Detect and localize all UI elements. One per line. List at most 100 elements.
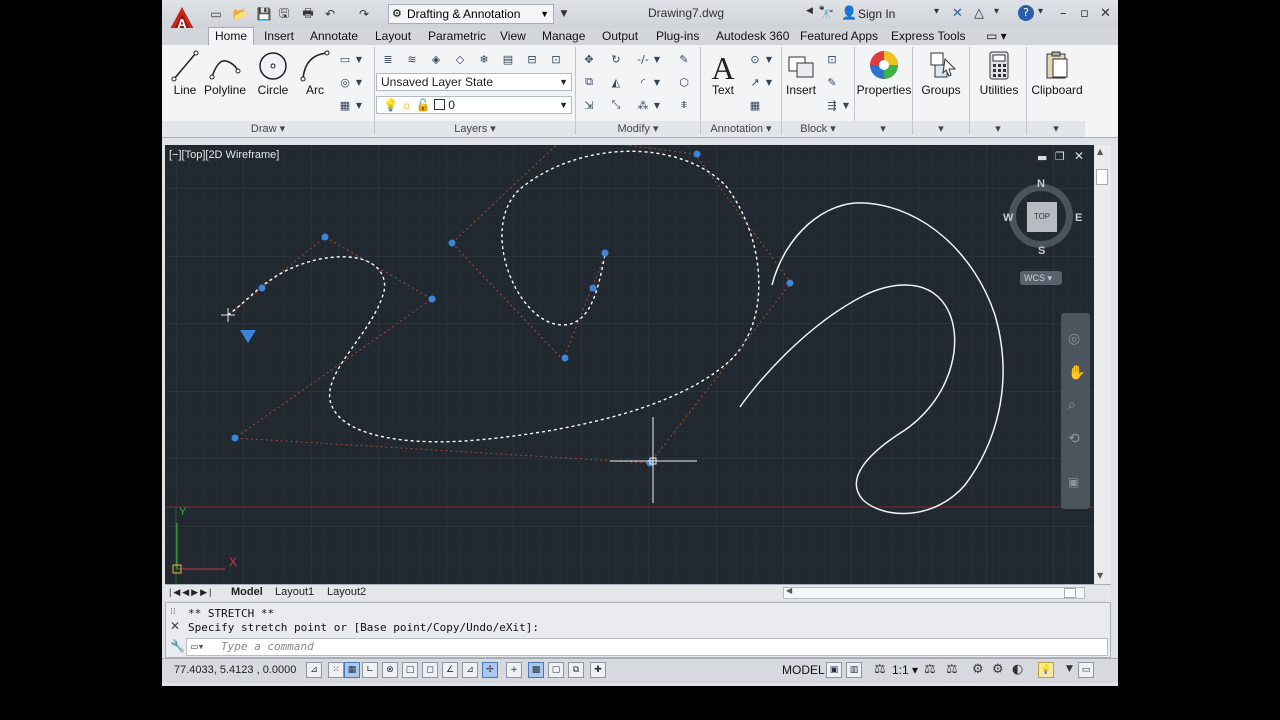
pan-icon[interactable]: ✋ — [1068, 365, 1085, 381]
save-icon[interactable]: 💾 — [256, 6, 272, 22]
layer-dropdown[interactable]: 💡 ☼ 🔓 0 ▼ — [376, 96, 572, 114]
scroll-up-icon[interactable]: ▲ — [1097, 147, 1103, 156]
chevron-down-icon[interactable]: ▼ — [652, 73, 662, 91]
clipboard-panel-expand[interactable]: ▾ — [1027, 121, 1085, 137]
plot-icon[interactable]: 🖶 — [300, 6, 316, 22]
binoculars-icon[interactable]: 🔭 — [818, 6, 834, 21]
viewport-close-icon[interactable]: ✕ — [1074, 149, 1084, 163]
rotate-icon[interactable]: ↻ — [607, 50, 625, 68]
arc-button[interactable]: Arc — [299, 49, 331, 97]
hardware-acceleration-icon[interactable]: ◐ — [1012, 662, 1023, 677]
dynamic-ucs-icon[interactable]: ⊿ — [462, 662, 478, 678]
zoom-icon[interactable]: ⌕ — [1068, 397, 1076, 413]
exchange-icon[interactable]: ✕ — [952, 6, 963, 21]
chevron-down-icon[interactable]: ▾ — [994, 6, 999, 17]
minimize-icon[interactable]: – — [1060, 6, 1067, 21]
modify-panel-title[interactable]: Modify ▾ — [576, 121, 700, 137]
tab-navigation-arrows[interactable]: |◀◀▶▶| — [169, 585, 213, 600]
groups-button[interactable]: Groups — [916, 49, 966, 97]
copy-icon[interactable]: ⧉ — [580, 73, 598, 91]
chevron-down-icon[interactable]: ▼ — [652, 96, 662, 114]
workspace-dropdown[interactable]: ⚙ Drafting & Annotation ▼ — [388, 4, 554, 24]
vertical-scrollbar[interactable]: ▲ ▼ — [1094, 145, 1111, 584]
search-expand-icon[interactable]: ◀ — [806, 6, 813, 16]
tab-layout1[interactable]: Layout1 — [275, 585, 314, 600]
properties-button[interactable]: Properties — [856, 49, 912, 97]
create-block-icon[interactable]: ⊡ — [823, 50, 841, 68]
move-icon[interactable]: ✥ — [580, 50, 598, 68]
ortho-mode-icon[interactable]: ∟ — [362, 662, 378, 678]
autodesk-360-icon[interactable]: △ — [974, 6, 984, 21]
command-prompt-icon[interactable]: ▭▾ — [191, 639, 204, 655]
annotation-visibility-icon[interactable]: ⚖ — [924, 662, 936, 677]
model-space-button[interactable]: MODEL — [782, 663, 825, 677]
groups-panel-expand[interactable]: ▾ — [913, 121, 969, 137]
properties-panel-expand[interactable]: ▾ — [854, 121, 912, 137]
polyline-button[interactable]: Polyline — [204, 49, 246, 97]
tab-layout[interactable]: Layout — [375, 28, 411, 45]
annotation-panel-title[interactable]: Annotation ▾ — [701, 121, 781, 137]
quick-view-layouts-icon[interactable]: ▣ — [826, 662, 842, 678]
chevron-down-icon[interactable]: ▼ — [354, 96, 364, 114]
tab-home[interactable]: Home — [208, 27, 255, 46]
erase-icon[interactable]: ✎ — [675, 50, 693, 68]
transparency-icon[interactable]: ▩ — [528, 662, 544, 678]
chevron-down-icon[interactable]: ▼ — [354, 50, 364, 68]
command-input[interactable]: ▭▾ Type a command — [186, 638, 1108, 656]
scroll-left-icon[interactable]: ◀ — [786, 586, 792, 595]
help-icon[interactable]: ? — [1018, 5, 1034, 21]
line-button[interactable]: Line — [170, 49, 200, 97]
viewcube[interactable]: TOP N S E W — [1003, 178, 1083, 258]
tab-layout2[interactable]: Layout2 — [327, 585, 366, 600]
annotation-scale[interactable]: 1:1 ▾ — [892, 663, 918, 677]
tab-view[interactable]: View — [500, 28, 526, 45]
layer-isolate-icon[interactable]: ◇ — [451, 50, 469, 68]
compass-south[interactable]: S — [1038, 245, 1045, 257]
undo-icon[interactable]: ↶ — [322, 6, 338, 22]
layer-state-dropdown[interactable]: Unsaved Layer State ▼ — [376, 73, 572, 91]
layer-state-icon[interactable]: ≋ — [403, 50, 421, 68]
user-icon[interactable]: 👤 — [841, 6, 857, 21]
text-button[interactable]: A Text — [706, 49, 740, 97]
draw-panel-title[interactable]: Draw ▾ — [162, 121, 374, 137]
chevron-down-icon[interactable]: ▼ — [354, 73, 364, 91]
chevron-down-icon[interactable]: ▼ — [652, 50, 662, 68]
tab-model[interactable]: Model — [231, 585, 263, 600]
lineweight-icon[interactable]: + — [506, 662, 522, 678]
chevron-down-icon[interactable]: ▼ — [764, 73, 774, 91]
command-grip-icon[interactable]: ⁞⁞ — [170, 607, 176, 617]
drawing-graphics[interactable] — [165, 145, 1094, 584]
mirror-icon[interactable]: ◭ — [607, 73, 625, 91]
scroll-thumb-horizontal[interactable] — [1064, 588, 1076, 598]
edit-block-icon[interactable]: ✎ — [823, 73, 841, 91]
infer-constraints-icon[interactable]: ⊿ — [306, 662, 322, 678]
open-file-icon[interactable]: 📂 — [232, 6, 248, 22]
tab-autodesk-360[interactable]: Autodesk 360 — [716, 28, 789, 45]
annotation-scale-icon[interactable]: ⚖ — [874, 662, 886, 677]
application-status-menu-icon[interactable]: ▼ — [1066, 664, 1073, 674]
clipboard-button[interactable]: Clipboard — [1030, 49, 1084, 97]
redo-icon[interactable]: ↷ — [356, 6, 372, 22]
horizontal-scrollbar[interactable]: ◀ — [783, 586, 1085, 599]
tab-featured-apps[interactable]: Featured Apps — [800, 28, 878, 45]
chevron-down-icon[interactable]: ▼ — [764, 50, 774, 68]
snap-mode-icon[interactable]: ⁙ — [328, 662, 344, 678]
object-snap-icon[interactable]: □ — [402, 662, 418, 678]
minimize-ribbon-button[interactable]: ▭ ▾ — [986, 28, 1007, 45]
chevron-down-icon[interactable]: ▾ — [1038, 6, 1043, 17]
dynamic-input-icon[interactable]: ✢ — [482, 662, 498, 678]
viewcube-top-face[interactable]: TOP — [1027, 202, 1057, 232]
ellipse-icon[interactable]: ◎ — [336, 73, 354, 91]
leader-icon[interactable]: ↗ — [746, 73, 764, 91]
circle-button[interactable]: Circle — [255, 49, 291, 97]
layer-match-icon[interactable]: ⊟ — [523, 50, 541, 68]
annotation-monitor-icon[interactable]: ✚ — [590, 662, 606, 678]
workspace-switching-icon[interactable]: ⚙ — [972, 662, 984, 677]
showmotion-icon[interactable]: ▣ — [1068, 475, 1079, 489]
stretch-icon[interactable]: ⇲ — [580, 96, 598, 114]
rectangle-icon[interactable]: ▭ — [336, 50, 354, 68]
dimension-icon[interactable]: ⊙ — [746, 50, 764, 68]
lock-ui-icon[interactable]: ⚙ — [992, 662, 1004, 677]
utilities-button[interactable]: Utilities — [974, 49, 1024, 97]
scroll-down-icon[interactable]: ▼ — [1097, 571, 1103, 580]
